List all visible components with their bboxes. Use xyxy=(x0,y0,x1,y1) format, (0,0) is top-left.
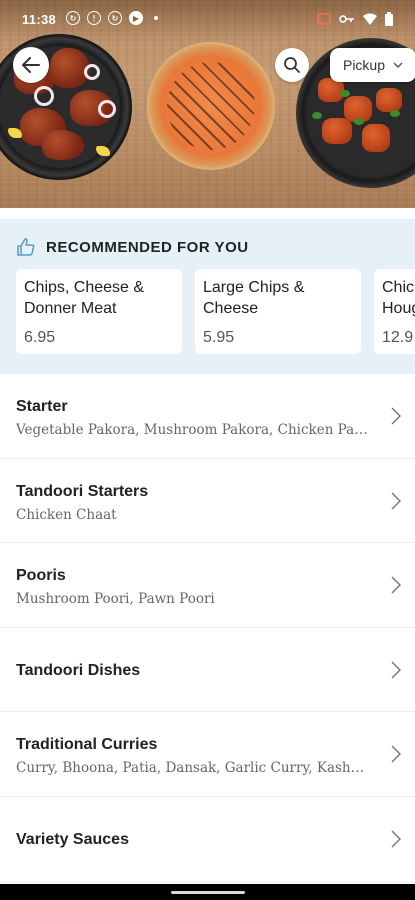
category-row-starter[interactable]: Starter Vegetable Pakora, Mushroom Pakor… xyxy=(0,374,415,459)
recommended-title: RECOMMENDED FOR YOU xyxy=(46,238,249,256)
pickup-label: Pickup xyxy=(342,57,386,73)
category-row-traditional-curries[interactable]: Traditional Curries Curry, Bhoona, Patia… xyxy=(0,712,415,797)
recommended-card[interactable]: Large Chips & Cheese 5.95 xyxy=(195,269,361,354)
sync-icon: ↻ xyxy=(108,11,122,25)
notification-dot xyxy=(154,16,158,20)
food-piece xyxy=(312,112,322,119)
category-row-pooris[interactable]: Pooris Mushroom Poori, Pawn Poori xyxy=(0,543,415,628)
category-row-variety-sauces[interactable]: Variety Sauces xyxy=(0,797,415,883)
chevron-right-icon xyxy=(391,661,401,679)
status-icons-right xyxy=(317,12,393,26)
vpn-key-icon xyxy=(339,15,354,23)
chevron-right-icon xyxy=(391,830,401,848)
category-description: Mushroom Poori, Pawn Poori xyxy=(16,591,215,608)
chevron-right-icon xyxy=(391,576,401,594)
recommended-section: RECOMMENDED FOR YOU Chips, Cheese & Donn… xyxy=(0,219,415,374)
pizza-drizzle xyxy=(167,62,255,150)
category-description: Vegetable Pakora, Mushroom Pakora, Chick… xyxy=(16,422,371,438)
chevron-right-icon xyxy=(391,407,401,425)
category-description: Chicken Chaat xyxy=(16,506,117,523)
recommended-item-price: 6.95 xyxy=(24,329,56,346)
category-title: Variety Sauces xyxy=(16,830,129,848)
cast-icon xyxy=(317,13,331,25)
status-bar: 11:38 ↻ ! ↻ ▶ xyxy=(0,0,415,40)
food-piece xyxy=(376,88,402,112)
recommended-item-price: 12.9 xyxy=(382,329,414,346)
food-piece xyxy=(340,90,350,97)
recommended-item-name: Chic Houg xyxy=(382,279,415,317)
arrow-left-icon xyxy=(22,57,40,73)
chevron-down-icon xyxy=(393,62,403,68)
play-icon: ▶ xyxy=(129,11,143,25)
status-icons-left: ↻ ! ↻ ▶ xyxy=(66,11,158,25)
info-icon: ! xyxy=(87,11,101,25)
recommended-header: RECOMMENDED FOR YOU xyxy=(16,237,249,257)
search-button[interactable] xyxy=(275,48,309,82)
food-piece xyxy=(322,118,352,144)
back-button[interactable] xyxy=(13,47,49,83)
category-title: Tandoori Starters xyxy=(16,482,149,500)
food-piece xyxy=(362,124,390,152)
category-title: Starter xyxy=(16,398,68,415)
recommended-item-name: Large Chips & Cheese xyxy=(203,279,305,317)
wifi-icon xyxy=(363,13,377,25)
battery-icon xyxy=(385,12,393,26)
recommended-card[interactable]: Chic Houg 12.9 xyxy=(374,269,415,354)
thumbs-up-icon xyxy=(17,238,35,256)
category-title: Pooris xyxy=(16,567,66,585)
pickup-dropdown[interactable]: Pickup xyxy=(330,48,415,82)
food-piece xyxy=(354,118,364,125)
hero-banner: 11:38 ↻ ! ↻ ▶ Pickup xyxy=(0,0,415,208)
chevron-right-icon xyxy=(391,745,401,763)
chevron-right-icon xyxy=(391,492,401,510)
category-description: Curry, Bhoona, Patia, Dansak, Garlic Cur… xyxy=(16,760,371,777)
menu-category-list: Starter Vegetable Pakora, Mushroom Pakor… xyxy=(0,374,415,883)
status-time: 11:38 xyxy=(22,12,57,27)
home-gesture-handle[interactable] xyxy=(171,891,245,894)
food-piece xyxy=(390,110,400,117)
category-title: Traditional Curries xyxy=(16,736,158,754)
category-title: Tandoori Dishes xyxy=(16,661,141,679)
food-piece xyxy=(98,100,116,118)
search-icon xyxy=(284,57,300,73)
food-piece xyxy=(84,64,100,80)
sync-icon: ↻ xyxy=(66,11,80,25)
category-row-tandoori-dishes[interactable]: Tandoori Dishes xyxy=(0,628,415,713)
food-piece xyxy=(34,86,54,106)
recommended-item-name: Chips, Cheese & Donner Meat xyxy=(24,279,145,317)
recommended-card[interactable]: Chips, Cheese & Donner Meat 6.95 xyxy=(16,269,182,354)
recommended-item-price: 5.95 xyxy=(203,329,235,346)
category-row-tandoori-starters[interactable]: Tandoori Starters Chicken Chaat xyxy=(0,459,415,544)
food-piece xyxy=(42,130,84,160)
recommended-carousel[interactable]: Chips, Cheese & Donner Meat 6.95 Large C… xyxy=(16,269,415,354)
system-nav-bar xyxy=(0,884,415,900)
